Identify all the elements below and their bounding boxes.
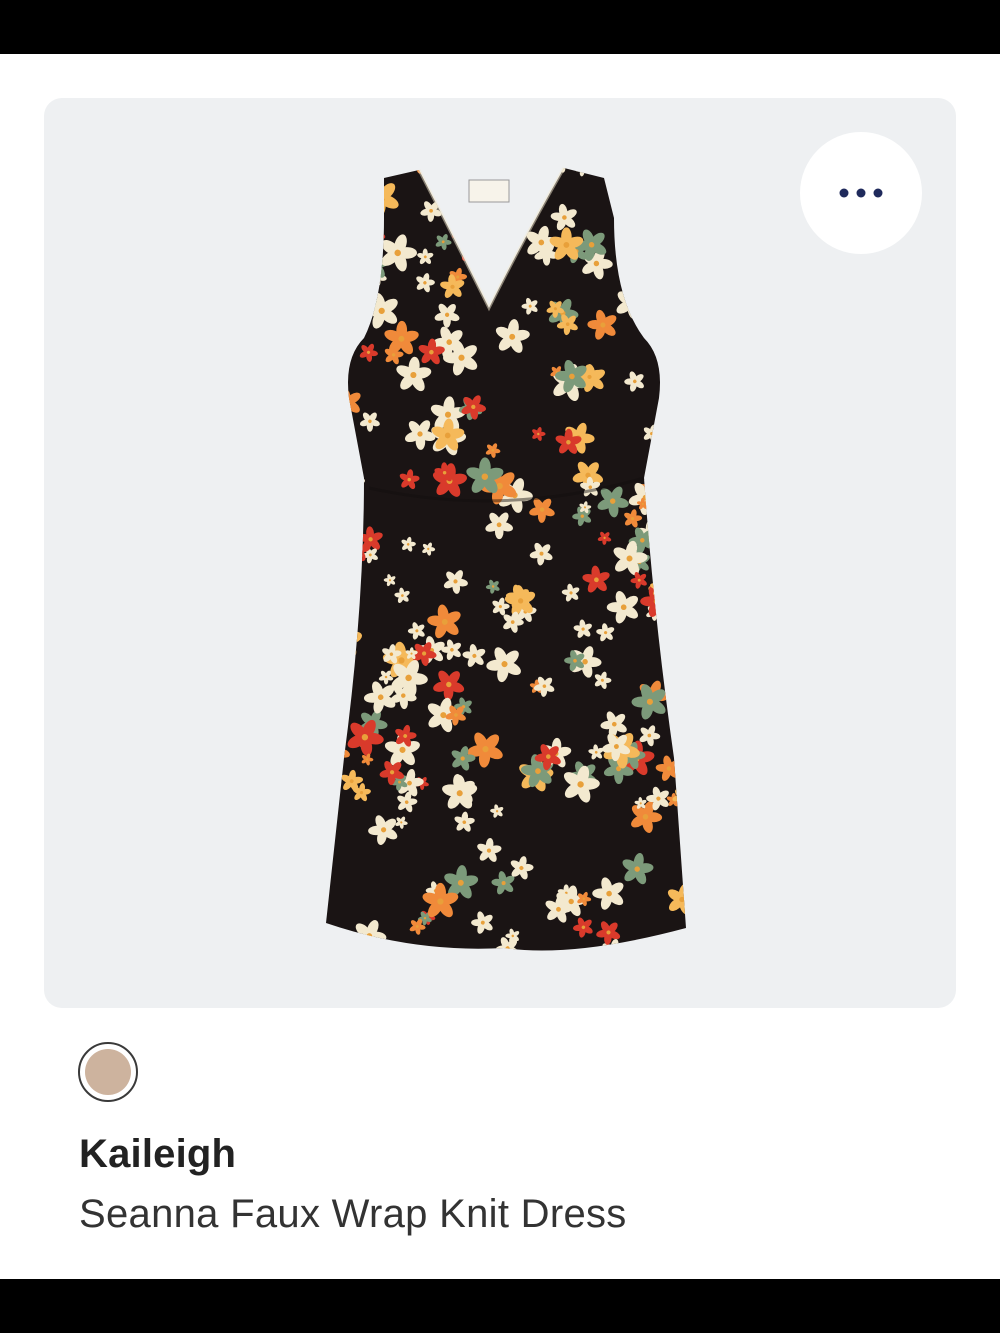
system-nav-bar <box>0 1279 1000 1333</box>
product-card-screen: Kaileigh Seanna Faux Wrap Knit Dress <box>0 54 1000 1279</box>
brand-name: Kaileigh <box>79 1132 237 1176</box>
dress-tag <box>468 179 510 203</box>
product-name: Seanna Faux Wrap Knit Dress <box>79 1192 627 1236</box>
color-swatch[interactable] <box>78 1042 138 1102</box>
product-image-card[interactable] <box>44 98 956 1008</box>
more-horizontal-icon <box>839 188 883 198</box>
product-image-dress <box>326 167 686 951</box>
status-bar <box>0 0 1000 54</box>
more-options-button[interactable] <box>800 132 922 254</box>
color-swatch-fill <box>85 1049 131 1095</box>
